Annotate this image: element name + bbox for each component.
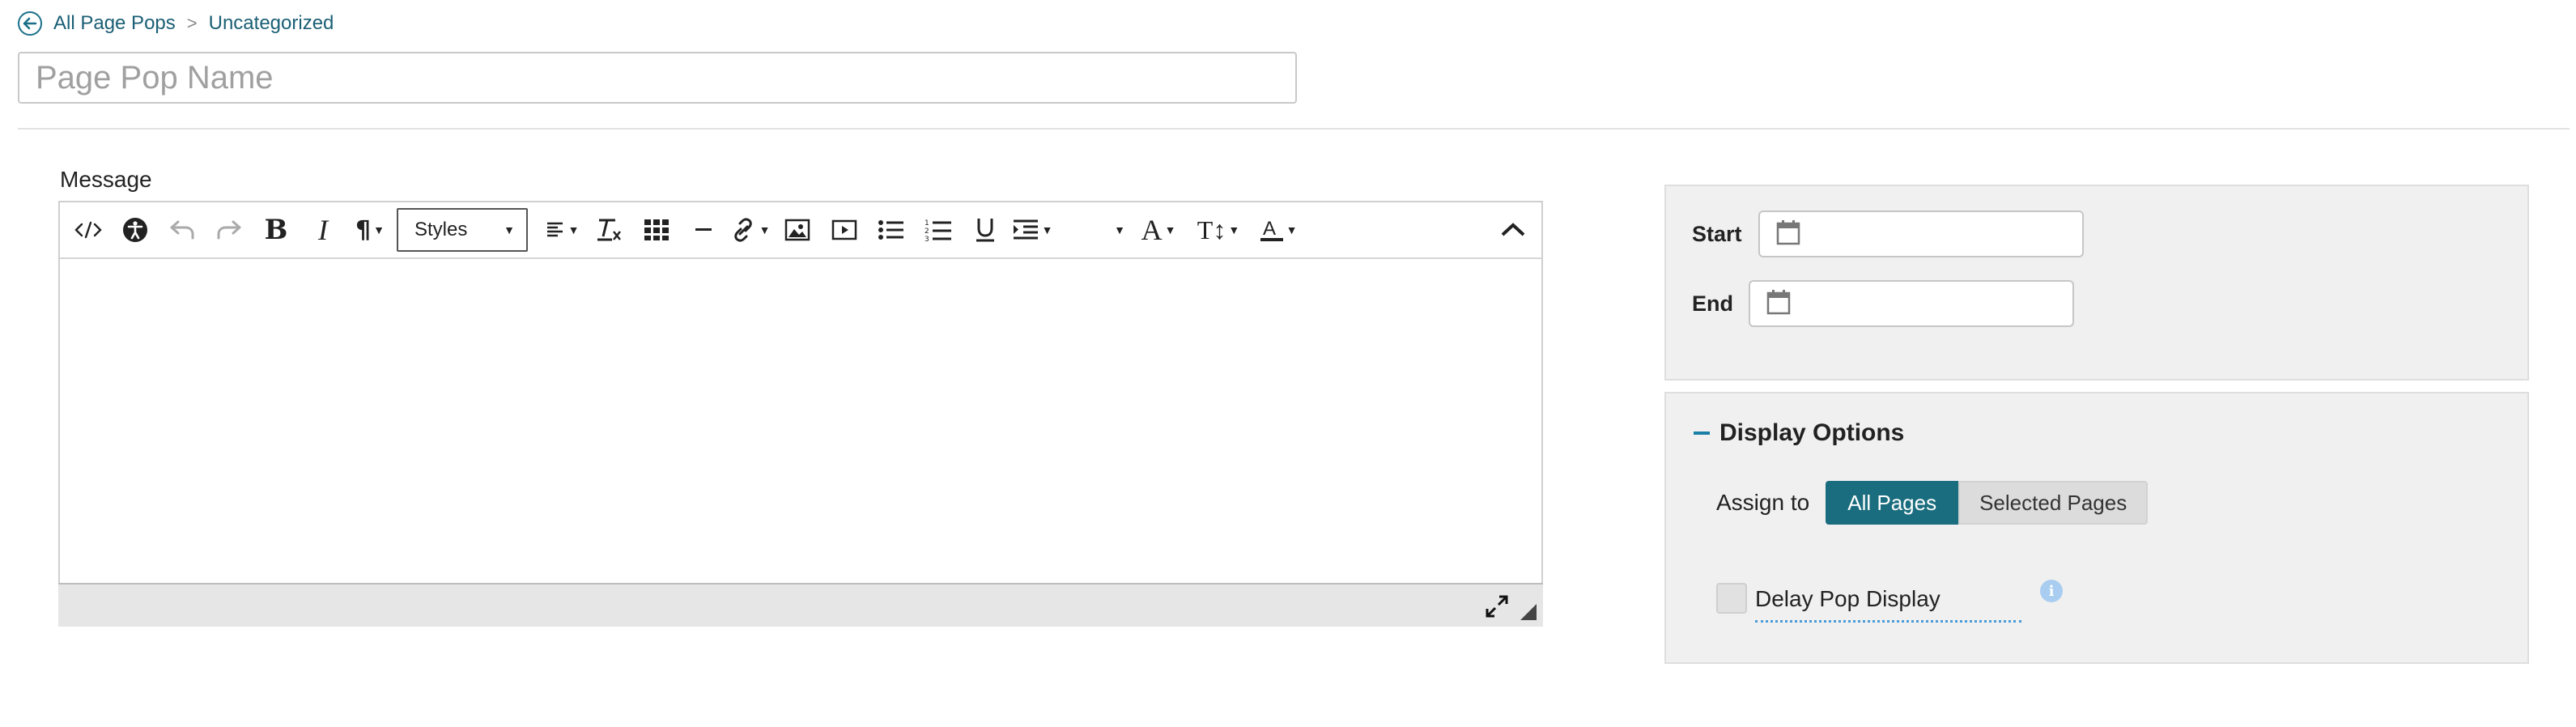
redo-icon[interactable] bbox=[206, 208, 253, 252]
info-icon[interactable]: i bbox=[2040, 580, 2063, 602]
bulleted-list-icon[interactable] bbox=[868, 208, 915, 252]
calendar-icon[interactable] bbox=[1776, 219, 1800, 249]
header-divider bbox=[18, 128, 2570, 130]
collapse-minus-icon[interactable] bbox=[1694, 432, 1710, 435]
all-pages-button[interactable]: All Pages bbox=[1826, 481, 1959, 525]
editor-toolbar: B I ¶ ▼ Styles ▼ ▼ ▼ 123 ▼ ▼ A ▼ T↕ ▼ A … bbox=[60, 202, 1541, 259]
delay-pop-display-checkbox[interactable] bbox=[1716, 582, 1747, 614]
assign-to-segmented-control: All Pages Selected Pages bbox=[1826, 481, 2149, 525]
svg-text:1: 1 bbox=[925, 219, 929, 227]
end-label: End bbox=[1692, 291, 1733, 316]
start-date-input[interactable] bbox=[1758, 210, 2084, 257]
display-options-title: Display Options bbox=[1719, 419, 1905, 446]
text-color-icon[interactable]: A ▼ bbox=[1248, 208, 1308, 252]
svg-text:A: A bbox=[1263, 218, 1276, 240]
table-icon[interactable] bbox=[633, 208, 680, 252]
display-options-panel: Display Options Assign to All Pages Sele… bbox=[1664, 392, 2529, 664]
page-pop-name-input[interactable] bbox=[18, 52, 1297, 104]
chevron-down-icon: ▼ bbox=[504, 223, 515, 236]
svg-text:2: 2 bbox=[925, 227, 929, 236]
delay-pop-display-label: Delay Pop Display bbox=[1755, 586, 2021, 623]
fullscreen-expand-icon[interactable] bbox=[1485, 594, 1509, 619]
link-icon[interactable]: ▼ bbox=[727, 208, 774, 252]
undo-icon[interactable] bbox=[159, 208, 206, 252]
underline-icon[interactable] bbox=[962, 208, 1009, 252]
styles-dropdown[interactable]: Styles ▼ bbox=[397, 208, 528, 252]
back-arrow-icon[interactable] bbox=[18, 11, 42, 36]
breadcrumb-all-page-pops-link[interactable]: All Page Pops bbox=[53, 12, 176, 35]
bold-icon[interactable]: B bbox=[253, 208, 300, 252]
assign-to-row: Assign to All Pages Selected Pages bbox=[1716, 481, 2149, 525]
source-code-icon[interactable] bbox=[65, 208, 112, 252]
italic-icon[interactable]: I bbox=[300, 208, 346, 252]
accessibility-icon[interactable] bbox=[112, 208, 159, 252]
calendar-icon[interactable] bbox=[1766, 289, 1791, 319]
image-icon[interactable] bbox=[774, 208, 821, 252]
align-icon[interactable]: ▼ bbox=[539, 208, 586, 252]
assign-to-label: Assign to bbox=[1716, 490, 1810, 515]
resize-handle-icon[interactable] bbox=[1520, 604, 1537, 620]
breadcrumb-separator: > bbox=[186, 13, 198, 33]
breadcrumb: All Page Pops > Uncategorized bbox=[18, 11, 334, 36]
breadcrumb-uncategorized-link[interactable]: Uncategorized bbox=[209, 12, 334, 35]
message-editor: B I ¶ ▼ Styles ▼ ▼ ▼ 123 ▼ ▼ A ▼ T↕ ▼ A … bbox=[58, 201, 1543, 627]
message-editor-body[interactable] bbox=[60, 259, 1541, 583]
schedule-panel: Start End bbox=[1664, 185, 2529, 381]
end-date-input[interactable] bbox=[1749, 280, 2074, 327]
horizontal-rule-icon[interactable] bbox=[680, 208, 727, 252]
display-options-header[interactable]: Display Options bbox=[1694, 419, 1904, 447]
numbered-list-icon[interactable]: 123 bbox=[915, 208, 962, 252]
selected-pages-button[interactable]: Selected Pages bbox=[1958, 481, 2149, 525]
clear-formatting-icon[interactable] bbox=[586, 208, 633, 252]
styles-dropdown-label: Styles bbox=[414, 219, 468, 240]
collapse-toolbar-icon[interactable] bbox=[1490, 208, 1537, 252]
delay-pop-display-row: Delay Pop Display i bbox=[1716, 580, 2063, 623]
svg-text:3: 3 bbox=[925, 236, 929, 242]
editor-statusbar bbox=[58, 583, 1543, 627]
more-options-dropdown[interactable]: ▼ bbox=[1056, 208, 1129, 252]
indent-icon[interactable]: ▼ bbox=[1009, 208, 1056, 252]
font-size-icon[interactable]: T↕ ▼ bbox=[1188, 208, 1248, 252]
media-icon[interactable] bbox=[821, 208, 868, 252]
start-label: Start bbox=[1692, 222, 1742, 246]
message-label: Message bbox=[60, 167, 152, 192]
font-family-icon[interactable]: A ▼ bbox=[1129, 208, 1188, 252]
paragraph-icon[interactable]: ¶ ▼ bbox=[346, 208, 393, 252]
